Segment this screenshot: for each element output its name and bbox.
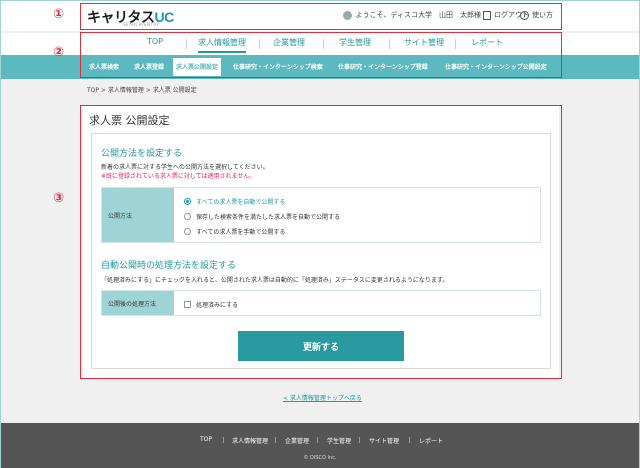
breadcrumb: TOP > 求人情報管理 > 求人票 公開設定 — [87, 87, 197, 94]
copyright: © DISCO Inc. — [303, 455, 337, 461]
footer-divider — [359, 437, 360, 443]
footer-divider — [317, 437, 318, 443]
annotation-number-2: ② — [53, 45, 65, 60]
footer-divider — [409, 437, 410, 443]
footer-link-company-management[interactable]: 企業管理 — [285, 436, 309, 445]
annotation-box-3 — [80, 105, 562, 379]
back-to-job-management-link[interactable]: < 求人情報管理トップへ戻る — [283, 393, 362, 402]
annotation-number-1: ① — [53, 7, 65, 22]
footer: TOP 求人情報管理 企業管理 学生管理 サイト管理 レポート © DISCO … — [1, 423, 639, 468]
footer-divider — [275, 437, 276, 443]
footer-link-student-management[interactable]: 学生管理 — [327, 436, 351, 445]
footer-link-job-management[interactable]: 求人情報管理 — [232, 436, 268, 445]
annotation-number-3: ③ — [53, 191, 65, 206]
annotation-box-2 — [80, 32, 562, 78]
footer-divider — [223, 437, 224, 443]
app-window: キャリタスUC SEARCH/ENTRY ようこそ、ディスコ大学 山田 太郎様 … — [0, 0, 640, 468]
annotation-box-1 — [80, 3, 562, 30]
footer-link-top[interactable]: TOP — [200, 436, 212, 443]
footer-link-site-management[interactable]: サイト管理 — [369, 436, 399, 445]
footer-link-report[interactable]: レポート — [419, 436, 443, 445]
